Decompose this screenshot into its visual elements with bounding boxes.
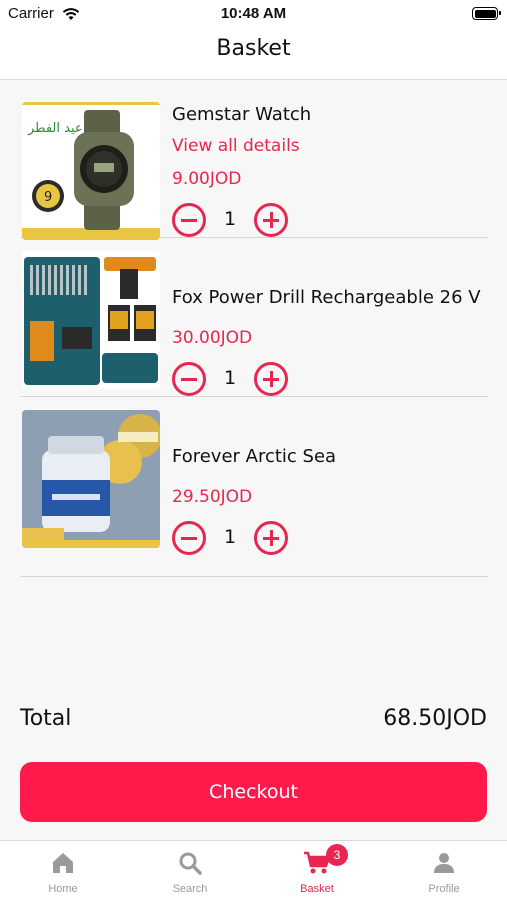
item-price: 9.00JOD: [172, 169, 242, 189]
basket-item: Forever Arctic Sea 29.50JOD 1: [20, 398, 488, 577]
quantity-stepper: 1: [172, 203, 292, 239]
quantity-stepper: 1: [172, 362, 292, 398]
quantity-value: 1: [223, 208, 237, 230]
tab-label: Basket: [300, 883, 334, 895]
basket-item: Fox Power Drill Rechargeable 26 V 30.00J…: [20, 239, 488, 397]
navigation-bar: Basket: [0, 28, 507, 80]
basket-item: عيد الفطر 9 Gemstar Watch View all detai…: [20, 80, 488, 240]
tab-search[interactable]: Search: [127, 841, 253, 900]
tab-label: Search: [172, 883, 208, 895]
item-price: 30.00JOD: [172, 328, 253, 348]
total-label: Total: [20, 706, 72, 731]
increase-quantity-button[interactable]: [254, 362, 288, 396]
item-name[interactable]: Fox Power Drill Rechargeable 26 V: [172, 287, 481, 308]
svg-text:9: 9: [44, 190, 52, 205]
status-bar: Carrier 10:48 AM: [0, 0, 507, 28]
increase-quantity-button[interactable]: [254, 203, 288, 237]
decrease-quantity-button[interactable]: [172, 521, 206, 555]
decrease-quantity-button[interactable]: [172, 362, 206, 396]
drill-kit-product-image[interactable]: [22, 251, 160, 389]
svg-text:عيد الفطر: عيد الفطر: [27, 121, 83, 136]
view-details-link[interactable]: View all details: [172, 136, 300, 156]
watch-product-image[interactable]: عيد الفطر 9: [22, 102, 160, 240]
total-value: 68.50JOD: [383, 706, 487, 731]
quantity-value: 1: [223, 367, 237, 389]
battery-icon: [472, 7, 501, 20]
tab-bar: Home Search 3 Basket Profile: [0, 840, 507, 900]
item-price: 29.50JOD: [172, 487, 253, 507]
tab-home[interactable]: Home: [0, 841, 126, 900]
clock: 10:48 AM: [220, 5, 287, 22]
search-icon: [177, 850, 203, 880]
person-icon: [431, 850, 457, 880]
tab-basket[interactable]: 3 Basket: [254, 841, 380, 900]
tab-label: Profile: [428, 883, 460, 895]
home-icon: [50, 850, 76, 880]
item-name[interactable]: Gemstar Watch: [172, 104, 311, 125]
checkout-button[interactable]: Checkout: [20, 762, 487, 822]
tab-profile[interactable]: Profile: [381, 841, 507, 900]
quantity-stepper: 1: [172, 521, 292, 557]
page-title: Basket: [216, 36, 291, 61]
increase-quantity-button[interactable]: [254, 521, 288, 555]
tab-label: Home: [48, 883, 78, 895]
decrease-quantity-button[interactable]: [172, 203, 206, 237]
quantity-value: 1: [223, 526, 237, 548]
supplement-bottle-product-image[interactable]: [22, 410, 160, 548]
item-name[interactable]: Forever Arctic Sea: [172, 446, 336, 467]
basket-count-badge: 3: [326, 844, 348, 866]
